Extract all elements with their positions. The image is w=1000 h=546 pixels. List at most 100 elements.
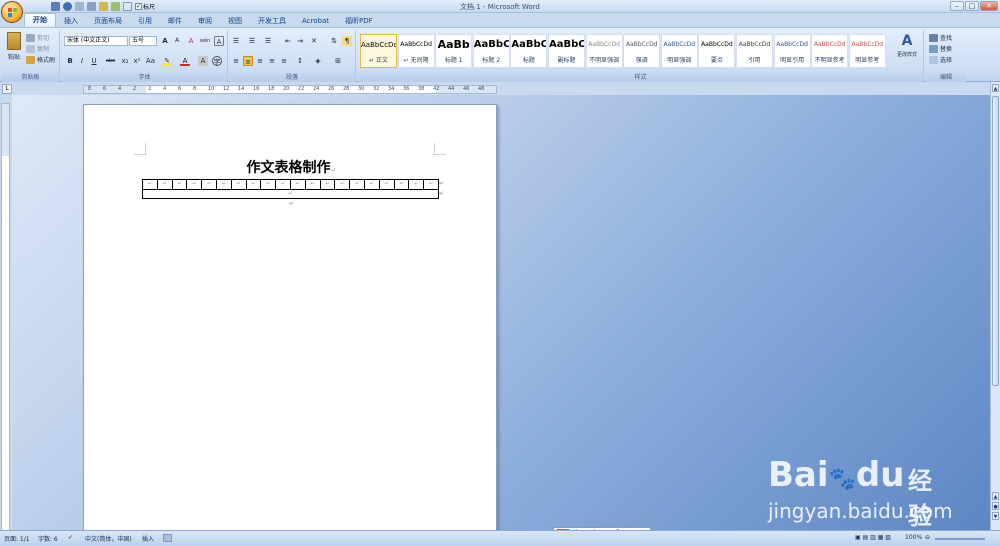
format-painter-button[interactable]: 格式刷: [26, 55, 55, 64]
document-page[interactable]: 作文表格制作↵ ↵ ↵ ↵ ↵ ↵ ↵ ↵ ↵ ↵ ↵ ↵ ↵ ↵ ↵ ↵ ↵ ↵ ↵ ↵ ↵ ↵ ↵ ↵ ↵: [83, 104, 497, 534]
style-item[interactable]: AaBbCcDd 要点: [698, 34, 736, 68]
subscript-button[interactable]: x₂: [120, 56, 130, 66]
minimize-button[interactable]: –: [950, 1, 964, 11]
chinese-layout-icon[interactable]: ✕: [309, 36, 319, 46]
table-row[interactable]: ↵: [143, 190, 438, 198]
table-cell[interactable]: ↵: [395, 180, 410, 189]
table-cell[interactable]: ↵: [409, 180, 425, 189]
style-item[interactable]: AaBbCcDd ↵ 无间隔: [397, 34, 435, 68]
style-item[interactable]: AaBbC 副标题: [548, 34, 585, 68]
cut-button[interactable]: 剪切: [26, 33, 49, 42]
tab-acrobat[interactable]: Acrobat: [294, 15, 337, 27]
sort-icon[interactable]: ⇅: [329, 36, 339, 46]
distributed-icon[interactable]: ≡: [279, 56, 289, 66]
tab-selector[interactable]: L: [2, 84, 12, 94]
vertical-scrollbar[interactable]: ▲ ▲ ● ▼: [990, 82, 1000, 530]
insert-mode[interactable]: 插入: [142, 534, 154, 543]
tab-insert[interactable]: 插入: [56, 15, 86, 27]
next-page-icon[interactable]: ▼: [992, 512, 999, 520]
justify-icon[interactable]: ≡: [267, 56, 277, 66]
select-button[interactable]: 选择: [929, 55, 952, 64]
paste-button[interactable]: 粘贴: [5, 32, 23, 61]
table-cell[interactable]: ↵: [380, 180, 395, 189]
replace-button[interactable]: 替换: [929, 44, 952, 53]
style-item[interactable]: AaBbCcDd ↵ 正文: [360, 34, 397, 68]
style-item[interactable]: AaBbCcDd 明显参考: [848, 34, 886, 68]
proofing-icon[interactable]: ✓: [68, 534, 73, 541]
table-cell[interactable]: ↵: [173, 180, 188, 189]
multilevel-list-icon[interactable]: ☰: [263, 36, 273, 46]
style-item[interactable]: AaBbCcDd 明显强调: [660, 34, 698, 68]
style-item[interactable]: AaBbC 标题 2: [472, 34, 510, 68]
copy-button[interactable]: 复制: [26, 44, 49, 53]
browse-object-icon[interactable]: ●: [992, 502, 999, 510]
table-cell[interactable]: ↵: [202, 180, 217, 189]
horizontal-ruler[interactable]: 8 6 4 2 2 4 6 8 10 12 14 16 18 20 22 24 26 28 30 32 34 36 38 42…: [83, 85, 497, 94]
tab-review[interactable]: 审阅: [190, 15, 220, 27]
table-cell[interactable]: ↵: [261, 180, 277, 189]
change-case-button[interactable]: Aa: [144, 56, 157, 66]
bold-button[interactable]: B: [65, 56, 75, 66]
table-cell[interactable]: ↵: [232, 180, 247, 189]
increase-indent-icon[interactable]: ⇥: [295, 36, 305, 46]
table-cell[interactable]: ↵: [321, 180, 336, 189]
strikethrough-button[interactable]: abe: [104, 56, 117, 66]
phonetic-guide-button[interactable]: wén: [199, 36, 211, 46]
line-spacing-icon[interactable]: ↕: [295, 56, 305, 66]
scroll-up-icon[interactable]: ▲: [992, 84, 999, 92]
paragraph-mark[interactable]: ↵: [289, 200, 294, 207]
style-item[interactable]: AaBbCcDd 明显引用: [773, 34, 811, 68]
table-cell[interactable]: ↵: [217, 180, 232, 189]
scroll-thumb[interactable]: [992, 96, 999, 386]
shrink-font-button[interactable]: A: [172, 36, 182, 46]
font-color-button[interactable]: A: [180, 56, 190, 66]
table-cell[interactable]: ↵: [291, 180, 306, 189]
language[interactable]: 中文(简体，中国): [85, 534, 132, 543]
prev-page-icon[interactable]: ▲: [992, 492, 999, 500]
style-item[interactable]: AaBbCcDd 引用: [736, 34, 773, 68]
tab-mailings[interactable]: 邮件: [160, 15, 190, 27]
grow-font-button[interactable]: A: [160, 36, 170, 46]
document-title[interactable]: 作文表格制作↵: [84, 157, 498, 177]
table-cell[interactable]: ↵: [365, 180, 380, 189]
tab-view[interactable]: 视图: [220, 15, 250, 27]
highlight-color-icon[interactable]: ✎: [162, 56, 172, 66]
numbering-icon[interactable]: ☰: [247, 36, 257, 46]
find-button[interactable]: 查找: [929, 33, 952, 42]
change-styles-button[interactable]: A 更改样式: [892, 33, 922, 58]
italic-button[interactable]: I: [77, 56, 87, 66]
decrease-indent-icon[interactable]: ⇤: [283, 36, 293, 46]
table-cell[interactable]: ↵: [350, 180, 365, 189]
style-item[interactable]: AaBbC 标题: [510, 34, 548, 68]
maximize-button[interactable]: □: [965, 1, 979, 11]
zoom-level[interactable]: 100%: [905, 534, 922, 541]
align-left-icon[interactable]: ≡: [231, 56, 241, 66]
style-item[interactable]: AaBb 标题 1: [435, 34, 473, 68]
tab-foxit-pdf[interactable]: 福昕PDF: [337, 15, 381, 27]
clear-format-button[interactable]: A: [186, 36, 196, 46]
page-count[interactable]: 页面: 1/1: [4, 534, 30, 543]
underline-button[interactable]: U: [89, 56, 99, 66]
style-item[interactable]: AaBbCcDd 不明显强调: [585, 34, 623, 68]
office-button[interactable]: [1, 1, 23, 23]
tab-home[interactable]: 开始: [24, 13, 56, 27]
vertical-ruler[interactable]: [1, 103, 10, 531]
table-cell[interactable]: ↵: [158, 180, 173, 189]
essay-grid-table[interactable]: ↵ ↵ ↵ ↵ ↵ ↵ ↵ ↵ ↵ ↵ ↵ ↵ ↵ ↵ ↵ ↵ ↵ ↵ ↵ ↵ ↵: [142, 179, 439, 199]
table-cell[interactable]: ↵: [424, 180, 438, 189]
tab-developer[interactable]: 开发工具: [250, 15, 294, 27]
tab-references[interactable]: 引用: [130, 15, 160, 27]
tab-page-layout[interactable]: 页面布局: [86, 15, 130, 27]
shading-icon[interactable]: A: [198, 56, 208, 66]
close-button[interactable]: ✕: [980, 1, 998, 11]
zoom-out-icon[interactable]: ⊖: [925, 534, 930, 541]
bullets-icon[interactable]: ☰: [231, 36, 241, 46]
superscript-button[interactable]: x²: [132, 56, 142, 66]
align-right-icon[interactable]: ≡: [255, 56, 265, 66]
char-border-button[interactable]: A: [214, 36, 224, 46]
view-buttons[interactable]: ▣ ▤ ▥ ▦ ▧: [855, 534, 891, 541]
table-cell[interactable]: ↵: [143, 180, 158, 189]
borders-icon[interactable]: ⊞: [333, 56, 343, 66]
table-cell[interactable]: ↵: [247, 180, 262, 189]
zoom-slider[interactable]: [935, 538, 985, 540]
